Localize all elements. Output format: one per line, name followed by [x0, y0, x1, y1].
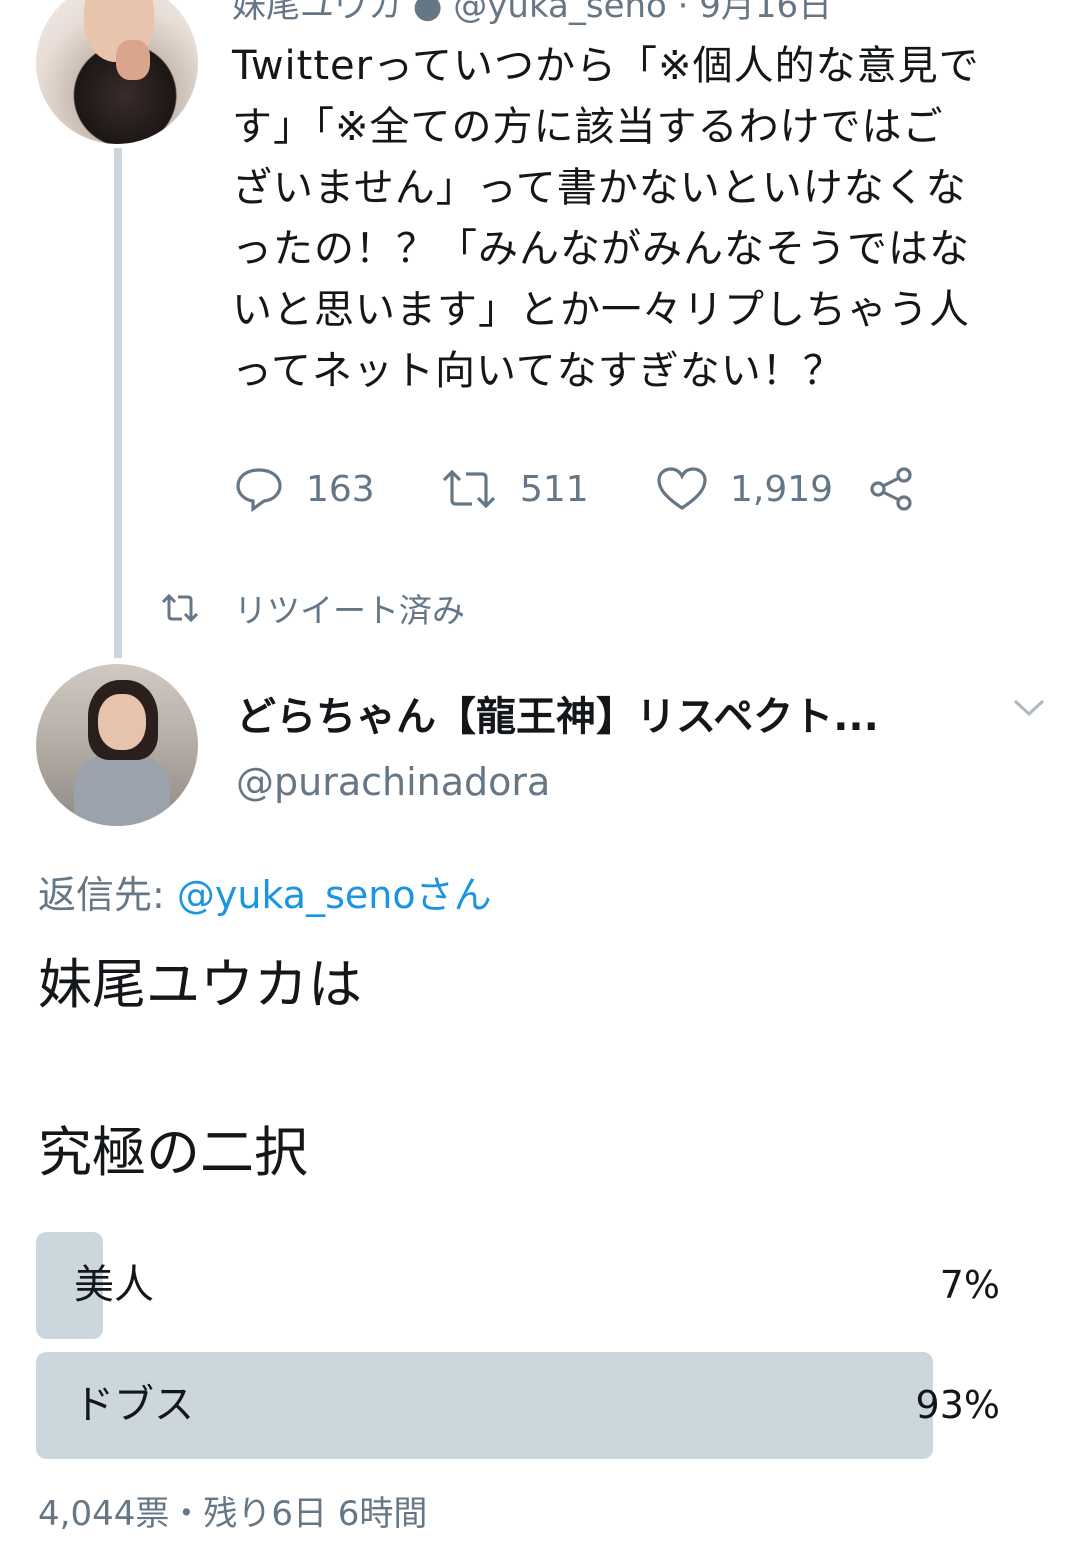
avatar-yuka-seno[interactable] — [36, 0, 198, 144]
poll-option-percent: 93% — [915, 1383, 1000, 1427]
poll-option[interactable]: ドブス 93% — [36, 1352, 1000, 1459]
reply-icon — [236, 468, 282, 512]
like-count: 1,919 — [730, 468, 834, 510]
poll-meta: 4,044票・残り6日 6時間 — [38, 1494, 428, 1534]
share-button[interactable] — [866, 466, 916, 512]
tweet2-handle[interactable]: @purachinadora — [236, 760, 550, 804]
avatar-face — [98, 694, 146, 750]
share-icon — [870, 467, 912, 511]
tweet-menu-button[interactable] — [1012, 696, 1046, 722]
poll-option[interactable]: 美人 7% — [36, 1232, 1000, 1339]
poll-option-label: ドブス — [74, 1382, 194, 1428]
chevron-down-icon — [1013, 699, 1045, 717]
retweet-icon — [442, 469, 496, 509]
tweet2-text-line2: 究極の二択 — [38, 1121, 308, 1184]
retweeted-indicator: リツイート済み — [160, 584, 465, 632]
tweet2-text-line1: 妹尾ユウカは — [38, 953, 362, 1016]
poll-option-percent: 7% — [939, 1263, 1000, 1307]
reply-button[interactable]: 163 — [234, 466, 375, 512]
retweet-button[interactable]: 511 — [440, 466, 589, 512]
reply-to-line: 返信先: @yuka_senoさん — [38, 864, 492, 919]
thread-line — [114, 148, 122, 658]
tweet1-text: Twitterっていつから「※個人的な意見で す」「※全ての方に該当するわけでは… — [232, 43, 980, 394]
retweet-count: 511 — [520, 468, 589, 510]
poll-option-label: 美人 — [74, 1262, 154, 1308]
tweet1-header[interactable]: 妹尾ユウカ ● @yuka_seno · 9月16日 — [232, 0, 832, 27]
reply-to-handle-link[interactable]: @yuka_senoさん — [177, 873, 492, 917]
reply-count: 163 — [306, 468, 375, 510]
avatar-body — [74, 754, 170, 826]
retweet-small-icon — [161, 593, 199, 623]
tweet2-display-name[interactable]: どらちゃん【龍王神】リスペクト... — [236, 684, 879, 742]
like-button[interactable]: 1,919 — [656, 466, 833, 512]
reply-to-prefix: 返信先: — [38, 873, 177, 917]
retweeted-label: リツイート済み — [234, 591, 465, 630]
avatar-hand — [116, 40, 150, 80]
like-icon — [657, 467, 707, 510]
avatar-purachinadora[interactable] — [36, 664, 198, 826]
